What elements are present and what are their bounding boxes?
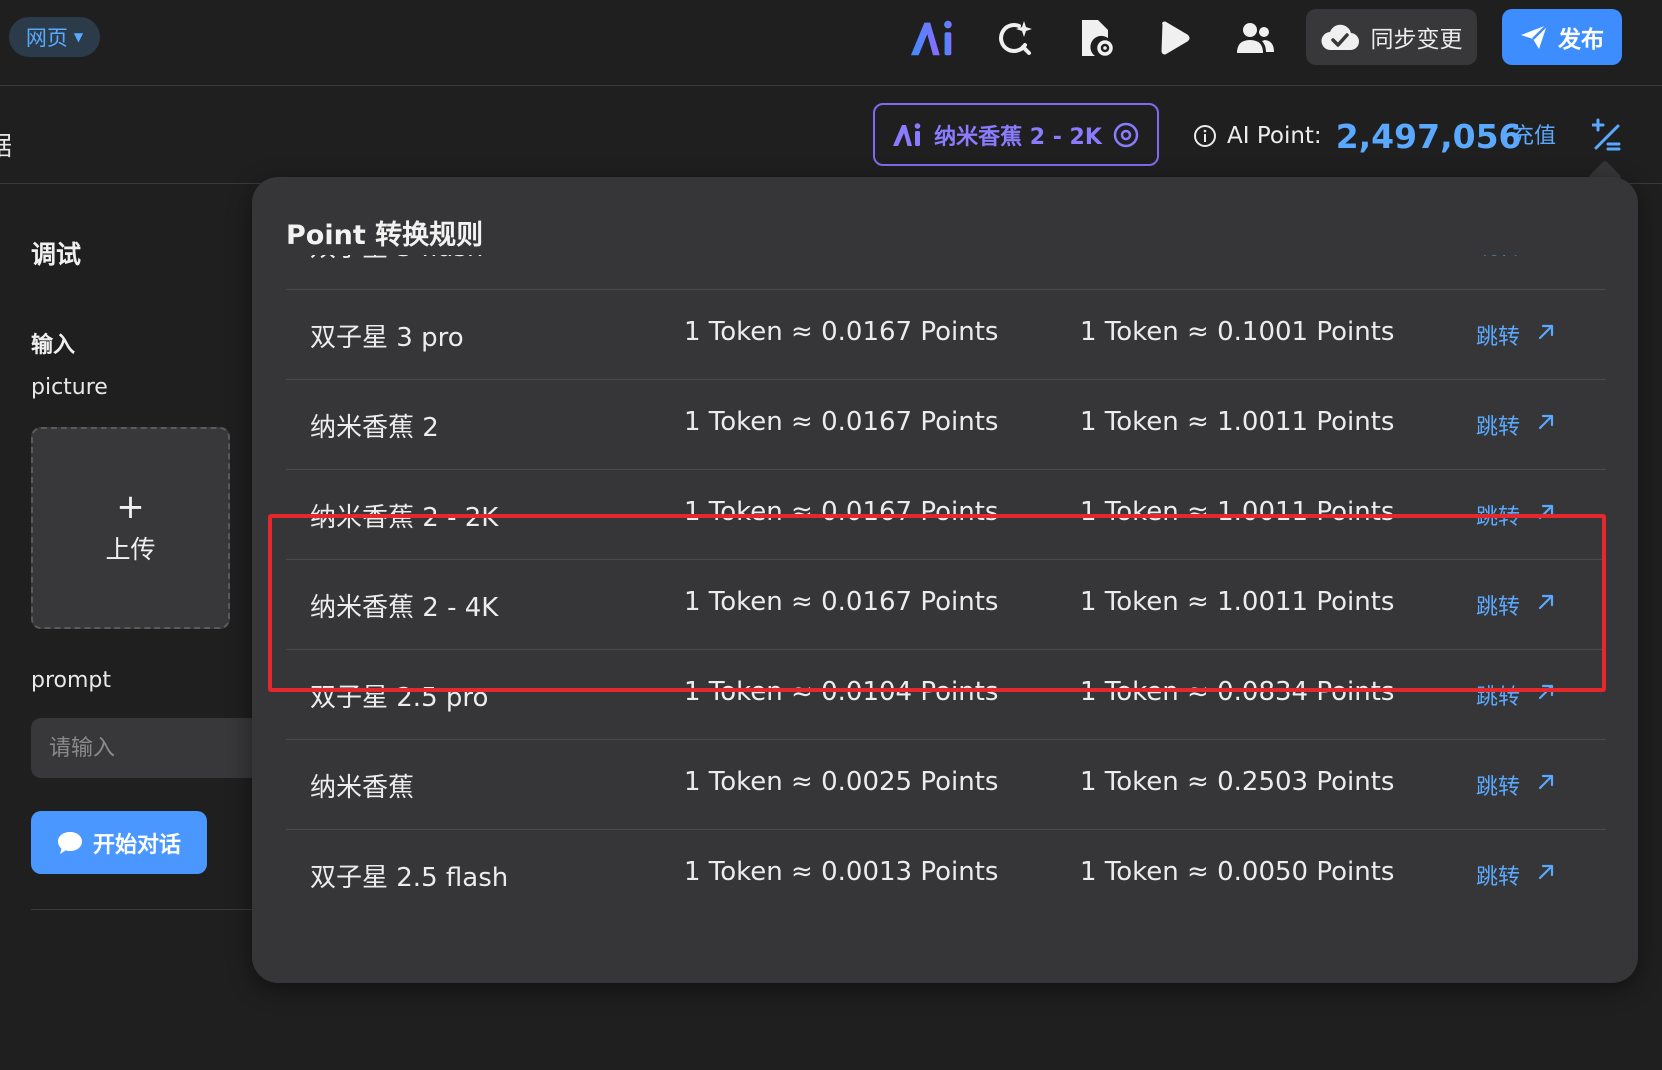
model-name: 纳米香蕉 2 xyxy=(310,413,439,443)
table-row: 纳米香蕉 2 - 2K 1 Token ≈ 0.0167 Points 1 Toke… xyxy=(286,470,1606,560)
external-link-icon xyxy=(1536,255,1556,258)
input-rate: 1 Token ≈ 0.0025 Points xyxy=(684,767,999,797)
recharge-link[interactable]: 充值 xyxy=(1512,118,1556,150)
model-name: 双子星 3 pro xyxy=(310,323,464,353)
input-rate: 1 Token ≈ 0.0013 Points xyxy=(684,857,999,887)
conversion-rules-icon[interactable] xyxy=(1591,118,1622,152)
input-heading: 输入 xyxy=(31,333,76,358)
popover-title: Point 转换规则 xyxy=(286,220,484,251)
input-rate: 1 Token ≈ 0.0104 Points xyxy=(684,677,999,707)
picture-field-label: picture xyxy=(31,375,108,400)
upload-label: 上传 xyxy=(105,535,156,564)
external-link-icon xyxy=(1536,502,1556,528)
partial-tab-label: 据 xyxy=(0,126,12,163)
external-link-icon xyxy=(1536,322,1556,348)
debug-title: 调试 xyxy=(31,240,82,269)
conversion-table-body: 双子星 3 flash 1 Token ≈ 0.0042 Points 1 Toke… xyxy=(286,255,1606,920)
jump-link-label: 跳转 xyxy=(1476,685,1521,710)
jump-link[interactable]: 跳转 xyxy=(1476,409,1556,441)
table-row: 双子星 2.5 flash 1 Token ≈ 0.0013 Points 1 To… xyxy=(286,830,1606,920)
conversion-table[interactable]: 双子星 3 flash 1 Token ≈ 0.0042 Points 1 Toke… xyxy=(286,255,1606,955)
output-rate: 1 Token ≈ 0.0050 Points xyxy=(1080,857,1395,887)
table-row: 纳米香蕉 1 Token ≈ 0.0025 Points 1 Token ≈ 0.2… xyxy=(286,740,1606,830)
model-selector-label: 纳米香蕉 2 - 2K xyxy=(934,124,1102,150)
settings-icon xyxy=(1113,122,1139,147)
ai-point-value: 2,497,056 xyxy=(1335,116,1522,156)
table-row: 纳米香蕉 2 1 Token ≈ 0.0167 Points 1 Token ≈ 1… xyxy=(286,380,1606,470)
input-rate: 1 Token ≈ 0.0167 Points xyxy=(684,407,999,437)
divider xyxy=(31,909,261,910)
chat-bubble-icon xyxy=(57,831,82,854)
input-rate: 1 Token ≈ 0.0167 Points xyxy=(684,317,999,347)
table-row: 双子星 3 pro 1 Token ≈ 0.0167 Points 1 Token … xyxy=(286,290,1606,380)
point-conversion-popover: Point 转换规则 双子星 3 flash 1 Token ≈ 0.0042 P… xyxy=(252,177,1638,983)
model-name: 纳米香蕉 2 - 2K xyxy=(310,503,499,533)
jump-link-label: 跳转 xyxy=(1476,865,1521,890)
ai-icon xyxy=(893,122,921,146)
jump-link-label: 跳转 xyxy=(1476,595,1521,620)
model-name: 纳米香蕉 2 - 4K xyxy=(310,593,499,623)
sparkle-refresh-icon[interactable] xyxy=(989,14,1039,62)
jump-link[interactable]: 跳转 xyxy=(1476,255,1556,261)
output-rate: 1 Token ≈ 0.2503 Points xyxy=(1080,767,1395,797)
input-rate: 1 Token ≈ 0.0167 Points xyxy=(684,587,999,617)
jump-link[interactable]: 跳转 xyxy=(1476,859,1556,891)
prompt-input[interactable] xyxy=(31,718,261,778)
ai-point-balance: AI Point: 2,497,056 xyxy=(1193,116,1522,156)
model-name: 双子星 2.5 flash xyxy=(310,863,509,893)
web-mode-dropdown[interactable]: 网页 ▼ xyxy=(9,17,100,57)
model-selector[interactable]: 纳米香蕉 2 - 2K xyxy=(873,103,1159,166)
table-row: 纳米香蕉 2 - 4K 1 Token ≈ 0.0167 Points 1 Toke… xyxy=(286,560,1606,650)
top-bar: 网页 ▼ 同步变更 发布 xyxy=(0,0,1662,86)
cloud-check-icon xyxy=(1321,24,1359,51)
publish-label: 发布 xyxy=(1558,27,1604,53)
model-name: 纳米香蕉 xyxy=(310,773,415,803)
output-rate: 1 Token ≈ 1.0011 Points xyxy=(1080,497,1395,527)
jump-link-label: 跳转 xyxy=(1476,255,1520,261)
output-rate: 1 Token ≈ 0.0250 Points xyxy=(1080,255,1394,257)
jump-link-label: 跳转 xyxy=(1476,415,1521,440)
external-link-icon xyxy=(1536,592,1556,618)
sync-changes-label: 同步变更 xyxy=(1370,27,1463,53)
start-chat-label: 开始对话 xyxy=(92,832,181,858)
output-rate: 1 Token ≈ 0.1001 Points xyxy=(1080,317,1395,347)
plus-icon: + xyxy=(116,487,145,527)
jump-link-label: 跳转 xyxy=(1476,505,1521,530)
picture-upload-dropzone[interactable]: + 上传 xyxy=(31,427,230,629)
input-rate: 1 Token ≈ 0.0167 Points xyxy=(684,497,999,527)
input-rate: 1 Token ≈ 0.0042 Points xyxy=(684,255,998,257)
sync-changes-button[interactable]: 同步变更 xyxy=(1306,9,1477,65)
output-rate: 1 Token ≈ 1.0011 Points xyxy=(1080,407,1395,437)
jump-link[interactable]: 跳转 xyxy=(1476,499,1556,531)
external-link-icon xyxy=(1536,682,1556,708)
web-mode-label: 网页 xyxy=(25,26,68,50)
external-link-icon xyxy=(1536,412,1556,438)
jump-link[interactable]: 跳转 xyxy=(1476,319,1556,351)
ai-icon[interactable] xyxy=(909,14,959,62)
start-chat-button[interactable]: 开始对话 xyxy=(31,811,207,874)
external-link-icon xyxy=(1536,772,1556,798)
table-row: 双子星 3 flash 1 Token ≈ 0.0042 Points 1 Toke… xyxy=(286,255,1606,290)
info-icon[interactable] xyxy=(1193,124,1217,148)
file-settings-icon[interactable] xyxy=(1071,14,1121,62)
ai-point-label: AI Point: xyxy=(1227,123,1322,149)
jump-link-label: 跳转 xyxy=(1476,775,1521,800)
prompt-field-label: prompt xyxy=(31,668,112,693)
table-row: 双子星 2.5 pro 1 Token ≈ 0.0104 Points 1 Toke… xyxy=(286,650,1606,740)
send-icon xyxy=(1521,24,1548,49)
model-name: 双子星 3 flash xyxy=(310,255,483,264)
jump-link[interactable]: 跳转 xyxy=(1476,679,1556,711)
output-rate: 1 Token ≈ 0.0834 Points xyxy=(1080,677,1395,707)
jump-link[interactable]: 跳转 xyxy=(1476,589,1556,621)
jump-link[interactable]: 跳转 xyxy=(1476,769,1556,801)
play-icon[interactable] xyxy=(1150,14,1200,62)
toolbar-row: 据 纳米香蕉 2 - 2K AI Point: 2,497,056 充值 xyxy=(0,86,1662,184)
users-icon[interactable] xyxy=(1230,14,1280,62)
output-rate: 1 Token ≈ 1.0011 Points xyxy=(1080,587,1395,617)
external-link-icon xyxy=(1536,862,1556,888)
jump-link-label: 跳转 xyxy=(1476,325,1521,350)
publish-button[interactable]: 发布 xyxy=(1502,9,1622,65)
model-name: 双子星 2.5 pro xyxy=(310,683,489,713)
caret-down-icon: ▼ xyxy=(73,30,84,44)
